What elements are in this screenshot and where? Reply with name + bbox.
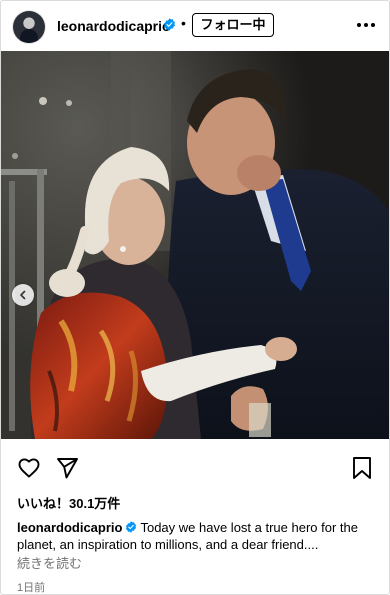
read-more-link[interactable]: 続きを読む	[17, 553, 82, 572]
bookmark-icon[interactable]	[351, 456, 373, 480]
post-photo[interactable]	[1, 51, 389, 439]
caption: leonardodicaprio Today we have lost a tr…	[17, 519, 377, 553]
post-card: leonardodicaprio • フォロー中 いいね！30.1万件 leon…	[0, 0, 390, 595]
chevron-left-icon	[20, 290, 26, 300]
timestamp[interactable]: 1日前	[17, 579, 45, 594]
following-button[interactable]: フォロー中	[192, 13, 274, 37]
photo-illustration	[1, 51, 389, 439]
more-options-icon[interactable]	[355, 15, 377, 35]
heart-icon[interactable]	[17, 456, 41, 480]
verified-badge-icon	[164, 18, 175, 31]
caption-username[interactable]: leonardodicaprio	[17, 520, 122, 535]
verified-badge-icon	[126, 521, 137, 533]
post-header: leonardodicaprio • フォロー中	[1, 1, 389, 51]
avatar[interactable]	[13, 11, 45, 43]
likes-count[interactable]: いいね！30.1万件	[17, 493, 120, 512]
carousel-prev-button[interactable]	[12, 284, 34, 306]
username-link[interactable]: leonardodicaprio	[57, 18, 171, 34]
separator-dot: •	[181, 15, 186, 31]
send-share-icon[interactable]	[55, 456, 79, 480]
